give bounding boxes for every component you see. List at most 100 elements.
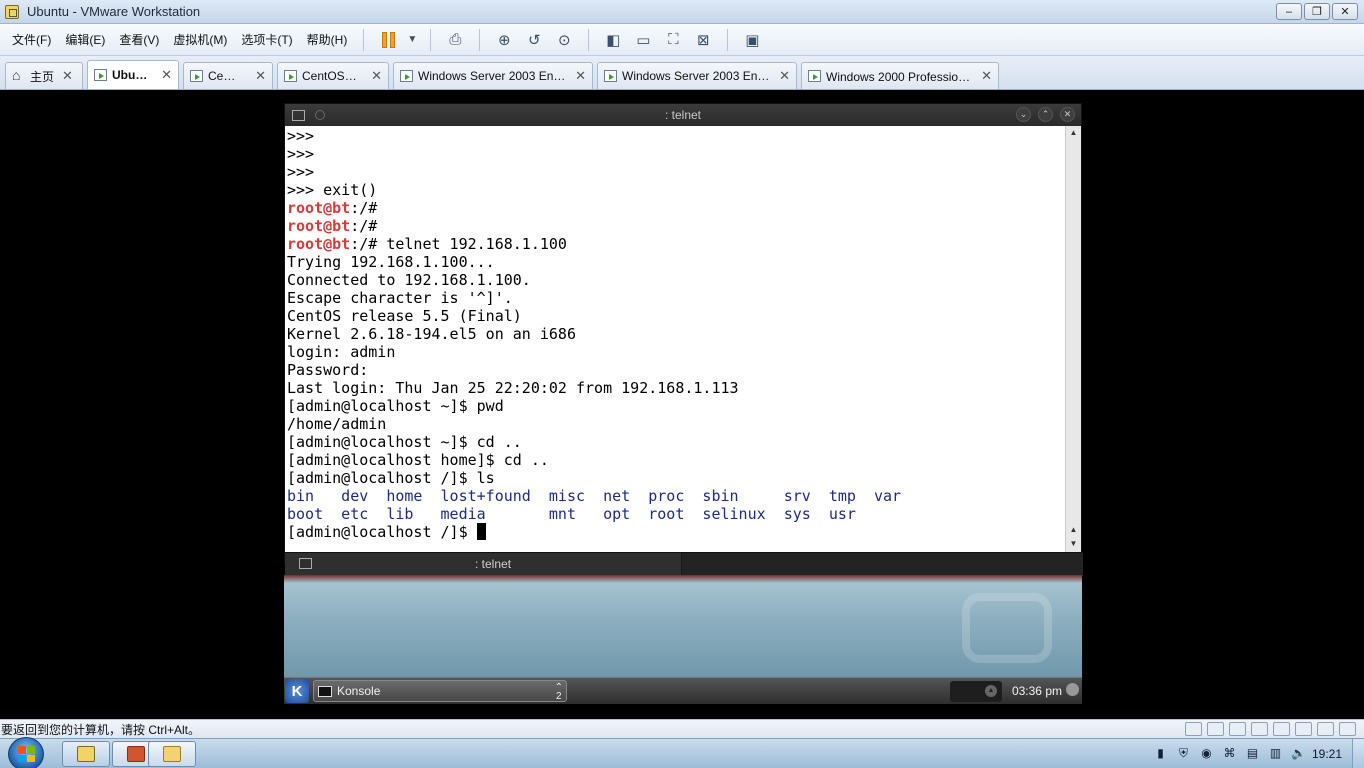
terminal-text: Password:: [287, 361, 369, 379]
menu-view[interactable]: 查看(V): [112, 24, 166, 56]
restore-button[interactable]: ❐: [1304, 3, 1330, 20]
chevron-down-icon[interactable]: ▼: [405, 28, 419, 52]
usb-icon[interactable]: [1251, 722, 1268, 736]
menubar: 文件(F) 编辑(E) 查看(V) 虚拟机(M) 选项卡(T) 帮助(H) ▼ …: [0, 24, 1364, 56]
tab-label: CentOS: [208, 69, 241, 83]
vmware-app-icon: [77, 746, 95, 762]
menu-help[interactable]: 帮助(H): [300, 24, 355, 56]
display-icon[interactable]: [1317, 722, 1334, 736]
terminal-icon: [299, 558, 312, 569]
terminal-text: /home/admin: [287, 415, 387, 433]
show-sidebar-icon[interactable]: ◧: [600, 28, 626, 52]
menu-edit[interactable]: 编辑(E): [58, 24, 112, 56]
network-icon[interactable]: ▥: [1268, 746, 1283, 761]
konsole-window[interactable]: : telnet ⌄ ⌃ ✕ >>> >>> >>> >>> exit() root@b…: [284, 103, 1083, 576]
tray-expand-icon[interactable]: ▲: [985, 685, 997, 697]
toolbar-separator: [363, 28, 365, 51]
volume-icon[interactable]: 🔈: [1291, 746, 1306, 761]
toolbar-separator: [588, 28, 590, 51]
kde-desktop-wallpaper: [284, 575, 1082, 677]
close-button[interactable]: ✕: [1332, 3, 1358, 20]
konsole-titlebar[interactable]: : telnet ⌄ ⌃ ✕: [285, 104, 1081, 126]
send-ctrl-alt-del-icon[interactable]: ⎙: [442, 28, 468, 52]
show-desktop-button[interactable]: [1352, 739, 1364, 768]
close-icon[interactable]: ✕: [981, 68, 992, 84]
tab-label: Ubuntu: [112, 68, 154, 82]
tab-ubuntu[interactable]: Ubuntu ✕: [87, 60, 179, 89]
close-icon[interactable]: ✕: [575, 68, 586, 84]
terminal-output[interactable]: >>> >>> >>> >>> exit() root@bt:/# root@bt:/# r…: [285, 126, 1067, 552]
hard-disk-icon[interactable]: [1185, 722, 1202, 736]
close-icon[interactable]: ✕: [62, 68, 73, 84]
close-icon[interactable]: ✕: [371, 68, 382, 84]
close-icon[interactable]: ✕: [779, 68, 790, 84]
close-icon[interactable]: ✕: [255, 68, 266, 84]
terminal-line: boot etc lib media mnt opt root selinux …: [287, 505, 1067, 523]
kde-menu-icon[interactable]: K: [285, 679, 309, 703]
terminal-text: CentOS release 5.5 (Final): [287, 307, 522, 325]
window-title: Ubuntu - VMware Workstation: [27, 4, 201, 19]
tray-app-icon[interactable]: ▤: [1245, 746, 1260, 761]
sound-card-icon[interactable]: [1273, 722, 1290, 736]
vm-display[interactable]: : telnet ⌄ ⌃ ✕ >>> >>> >>> >>> exit() root@b…: [0, 91, 1364, 719]
close-icon[interactable]: ✕: [1060, 107, 1075, 122]
snapshot-revert-icon[interactable]: ↺: [521, 28, 547, 52]
tab-centos-2[interactable]: CentOS (2) ✕: [277, 62, 389, 89]
terminal-text: [admin@localhost home]$ cd ..: [287, 451, 549, 469]
snapshot-manager-icon[interactable]: ⊙: [551, 28, 577, 52]
maximize-icon[interactable]: ⌃: [1038, 107, 1053, 122]
lock-logout-icon[interactable]: [1066, 683, 1079, 696]
snapshot-take-icon[interactable]: ⊕: [491, 28, 517, 52]
vm-icon: [284, 70, 297, 82]
fullscreen-icon[interactable]: ⛶: [660, 28, 686, 52]
terminal-text: Trying 192.168.1.100...: [287, 253, 495, 271]
toolbar-separator: [479, 28, 481, 51]
shield-icon[interactable]: ⛨: [1176, 746, 1191, 761]
taskbar-vmware[interactable]: [62, 741, 110, 767]
start-button[interactable]: [8, 737, 44, 768]
minimize-icon[interactable]: ⌄: [1016, 107, 1031, 122]
konsole-tab[interactable]: : telnet: [285, 553, 682, 576]
terminal-line: >>>: [287, 145, 1067, 163]
unity-icon[interactable]: ⊠: [690, 28, 716, 52]
taskbar-clock[interactable]: 19:21: [1312, 747, 1342, 761]
console-view-icon[interactable]: ▣: [739, 28, 765, 52]
tab-home[interactable]: 主页 ✕: [5, 62, 83, 89]
terminal-line: >>> exit(): [287, 181, 1067, 199]
tray-app-icon[interactable]: ◉: [1199, 746, 1214, 761]
tab-windows-server-2003-b[interactable]: Windows Server 2003 Enterpr… ✕: [597, 62, 797, 89]
menu-tabs[interactable]: 选项卡(T): [234, 24, 299, 56]
tab-centos[interactable]: CentOS ✕: [183, 62, 273, 89]
taskbar-konsole-button[interactable]: Konsole ⌃ 2: [313, 680, 567, 702]
message-icon[interactable]: [1339, 722, 1356, 736]
scroll-up-icon[interactable]: ▲: [1066, 523, 1081, 537]
tab-windows-server-2003-a[interactable]: Windows Server 2003 Enterpr… ✕: [393, 62, 593, 89]
menu-file[interactable]: 文件(F): [5, 24, 58, 56]
show-thumbnail-icon[interactable]: ▭: [630, 28, 656, 52]
tab-label: Windows 2000 Professional（…: [826, 69, 973, 84]
vm-icon: [190, 70, 203, 82]
pause-icon[interactable]: [375, 28, 401, 52]
terminal-text: >>>: [287, 145, 315, 163]
network-adapter-icon[interactable]: [1229, 722, 1246, 736]
tab-windows-2000[interactable]: Windows 2000 Professional（… ✕: [801, 62, 999, 89]
terminal-line: >>>: [287, 127, 1067, 145]
home-icon: [12, 70, 25, 82]
menu-vm[interactable]: 虚拟机(M): [166, 24, 234, 56]
taskbar-explorer[interactable]: [148, 741, 196, 767]
terminal-line: [admin@localhost /]$ ls: [287, 469, 1067, 487]
printer-icon[interactable]: [1295, 722, 1312, 736]
scroll-up-icon[interactable]: ▲: [1066, 126, 1081, 140]
toolbar-separator: [430, 28, 432, 51]
cd-drive-icon[interactable]: [1207, 722, 1224, 736]
window-controls: – ❐ ✕: [1274, 3, 1358, 20]
terminal-scrollbar[interactable]: ▲ ▲ ▼: [1065, 126, 1081, 552]
notification-area: ▮ ⛨ ◉ ⌘ ▤ ▥ 🔈: [1153, 746, 1306, 761]
kde-clock[interactable]: 03:36 pm: [1012, 684, 1062, 698]
tray-app-icon[interactable]: ▮: [1153, 746, 1168, 761]
system-tray: ▲: [950, 681, 1002, 702]
tray-app-icon[interactable]: ⌘: [1222, 746, 1237, 761]
close-icon[interactable]: ✕: [161, 67, 172, 83]
minimize-button[interactable]: –: [1276, 3, 1302, 20]
scroll-down-icon[interactable]: ▼: [1066, 537, 1081, 551]
